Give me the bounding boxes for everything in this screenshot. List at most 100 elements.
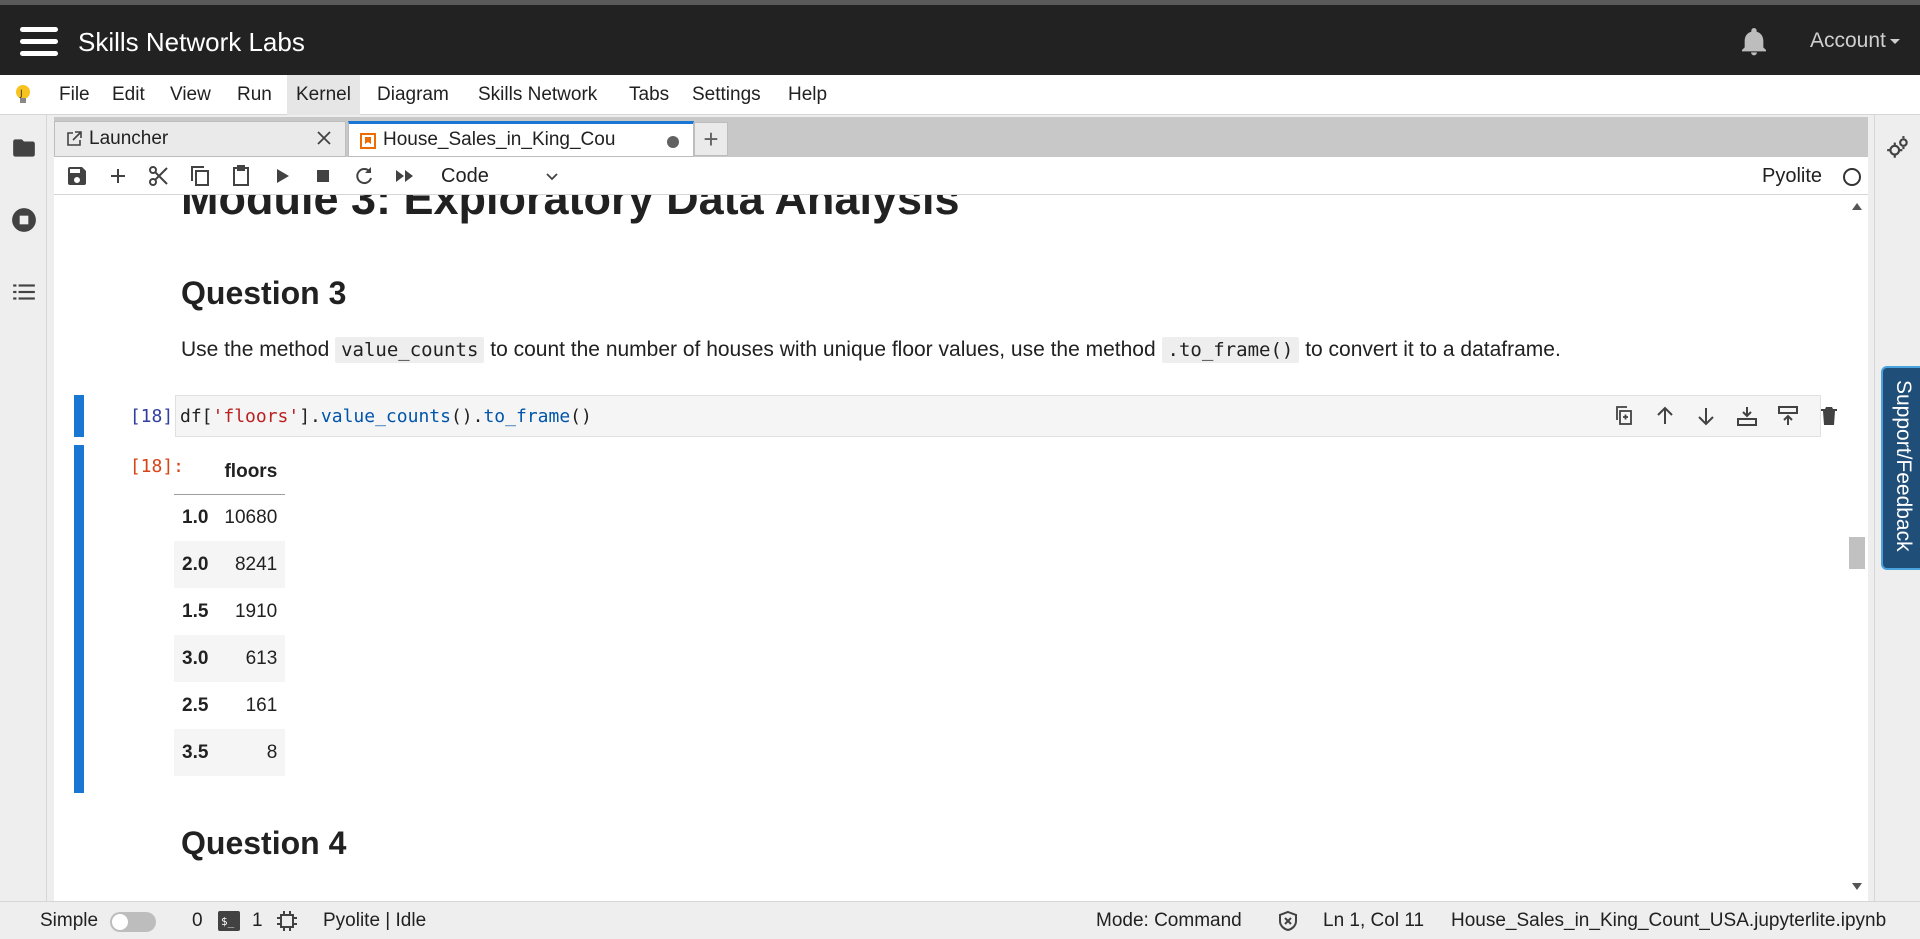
- notification-bell-icon[interactable]: [1738, 25, 1770, 59]
- q3-code-value-counts: value_counts: [335, 337, 485, 363]
- tab-label: Launcher: [89, 128, 169, 149]
- running-kernels-icon[interactable]: [11, 207, 37, 233]
- move-up-icon[interactable]: [1653, 404, 1677, 428]
- input-collapser[interactable]: [74, 395, 84, 437]
- menu-skills-network[interactable]: Skills Network: [469, 75, 606, 115]
- duplicate-cell-icon[interactable]: [1612, 404, 1636, 428]
- cut-icon[interactable]: [147, 164, 171, 188]
- question-3-text: Use the method value_counts to count the…: [181, 337, 1561, 363]
- row-value: 10680: [224, 506, 278, 528]
- notebook-toolbar: Code Pyolite: [54, 157, 1868, 195]
- menu-diagram[interactable]: Diagram: [368, 75, 458, 115]
- save-icon[interactable]: [65, 164, 89, 188]
- scroll-thumb[interactable]: [1849, 537, 1865, 569]
- output-prompt: [18]:: [129, 456, 184, 477]
- q3-code-to-frame: .to_frame(): [1161, 337, 1300, 363]
- kernel-name[interactable]: Pyolite: [1762, 157, 1822, 195]
- launcher-icon: [67, 131, 82, 146]
- scroll-up-icon[interactable]: [1852, 203, 1862, 210]
- table-header-row: floors: [174, 450, 286, 495]
- menu-file[interactable]: File: [50, 75, 99, 115]
- hamburger-menu-icon[interactable]: [20, 27, 58, 61]
- menu-settings[interactable]: Settings: [683, 75, 770, 115]
- close-icon[interactable]: [315, 129, 333, 147]
- tab-launcher[interactable]: Launcher: [54, 121, 346, 157]
- output-collapser[interactable]: [74, 445, 84, 793]
- file-name[interactable]: House_Sales_in_King_Count_USA.jupyterlit…: [1451, 902, 1886, 939]
- top-header: Skills Network Labs Account: [0, 0, 1920, 75]
- index-header: [174, 450, 217, 495]
- copy-icon[interactable]: [188, 164, 212, 188]
- kernel-status-text[interactable]: Pyolite | Idle: [323, 902, 426, 939]
- svg-text:J: J: [19, 89, 23, 99]
- code-text: df['floors'].value_counts().to_frame(): [180, 406, 592, 427]
- menu-kernel[interactable]: Kernel: [287, 75, 360, 115]
- brand-title[interactable]: Skills Network Labs: [78, 27, 305, 58]
- left-sidebar: [0, 115, 47, 901]
- simple-mode-toggle[interactable]: [110, 912, 156, 932]
- account-dropdown[interactable]: Account: [1810, 29, 1900, 53]
- menu-help[interactable]: Help: [779, 75, 836, 115]
- row-value: 161: [245, 694, 278, 716]
- row-index: 2.5: [182, 694, 209, 716]
- document-tab-bar: Launcher House_Sales_in_King_Cou +: [54, 117, 1868, 157]
- jupyterlite-logo-icon: J: [16, 85, 30, 103]
- row-value: 8241: [234, 553, 278, 575]
- notebook-panel: Module 3: Exploratory Data Analysis Ques…: [54, 195, 1868, 901]
- dataframe-output: floors 1.0 10680 2.0 8241 1.5 1910 3.0 613 2…: [174, 450, 286, 776]
- notebook-scrollbar[interactable]: [1846, 195, 1868, 901]
- restart-icon[interactable]: [352, 164, 376, 188]
- run-icon[interactable]: [270, 164, 294, 188]
- support-feedback-label: Support/Feedback: [1892, 380, 1915, 552]
- menu-edit[interactable]: Edit: [103, 75, 154, 115]
- trusted-shield-icon[interactable]: [1277, 910, 1299, 932]
- support-feedback-tab[interactable]: Support/Feedback: [1881, 366, 1920, 570]
- cell-type-value: Code: [441, 165, 489, 187]
- terminal-icon[interactable]: $_: [218, 911, 240, 931]
- delete-cell-icon[interactable]: [1817, 404, 1841, 428]
- status-bar: Simple 0 $_ 1 Pyolite | Idle Mode: Comma…: [0, 901, 1920, 938]
- cursor-position[interactable]: Ln 1, Col 11: [1323, 902, 1424, 939]
- insert-above-icon[interactable]: [1735, 404, 1759, 428]
- new-tab-button[interactable]: +: [694, 122, 728, 156]
- menu-bar: J File Edit View Run Kernel Diagram Skil…: [0, 75, 1920, 115]
- row-value: 8: [266, 741, 278, 763]
- property-inspector-gears-icon[interactable]: [1885, 135, 1911, 161]
- fast-forward-icon[interactable]: [393, 164, 417, 188]
- row-index: 1.5: [182, 600, 209, 622]
- unsaved-indicator-icon[interactable]: [667, 136, 679, 148]
- row-value: 613: [245, 647, 278, 669]
- kernel-cpu-icon[interactable]: [276, 910, 298, 932]
- stop-icon[interactable]: [311, 164, 335, 188]
- column-header: floors: [216, 450, 286, 495]
- table-row: 2.0 8241: [174, 541, 286, 588]
- folder-icon[interactable]: [11, 135, 37, 161]
- row-index: 3.0: [182, 647, 209, 669]
- q3-text-1: Use the method: [181, 338, 330, 361]
- menu-tabs[interactable]: Tabs: [620, 75, 678, 115]
- module-heading: Module 3: Exploratory Data Analysis: [181, 195, 960, 224]
- move-down-icon[interactable]: [1694, 404, 1718, 428]
- row-index: 2.0: [182, 553, 209, 575]
- scroll-down-icon[interactable]: [1852, 883, 1862, 890]
- menu-run[interactable]: Run: [228, 75, 281, 115]
- paste-icon[interactable]: [229, 164, 253, 188]
- menu-view[interactable]: View: [161, 75, 220, 115]
- row-index: 3.5: [182, 741, 209, 763]
- q3-text-3: to convert it to a dataframe.: [1305, 338, 1561, 361]
- code-cell-input[interactable]: df['floors'].value_counts().to_frame(): [175, 395, 1837, 437]
- tab-label: House_Sales_in_King_Cou: [383, 129, 616, 150]
- row-value: 1910: [234, 600, 278, 622]
- tab-notebook[interactable]: House_Sales_in_King_Cou: [348, 121, 694, 157]
- cell-type-select[interactable]: Code: [439, 161, 569, 191]
- table-row: 1.0 10680: [174, 494, 285, 541]
- q3-text-2: to count the number of houses with uniqu…: [490, 338, 1156, 361]
- add-cell-icon[interactable]: [106, 164, 130, 188]
- table-of-contents-icon[interactable]: [11, 279, 37, 305]
- table-row: 3.5 8: [174, 729, 286, 776]
- svg-text:$_: $_: [221, 915, 235, 928]
- terminal-count[interactable]: 0: [192, 902, 203, 939]
- insert-below-icon[interactable]: [1776, 404, 1800, 428]
- kernel-count[interactable]: 1: [252, 902, 263, 939]
- table-row: 3.0 613: [174, 635, 286, 682]
